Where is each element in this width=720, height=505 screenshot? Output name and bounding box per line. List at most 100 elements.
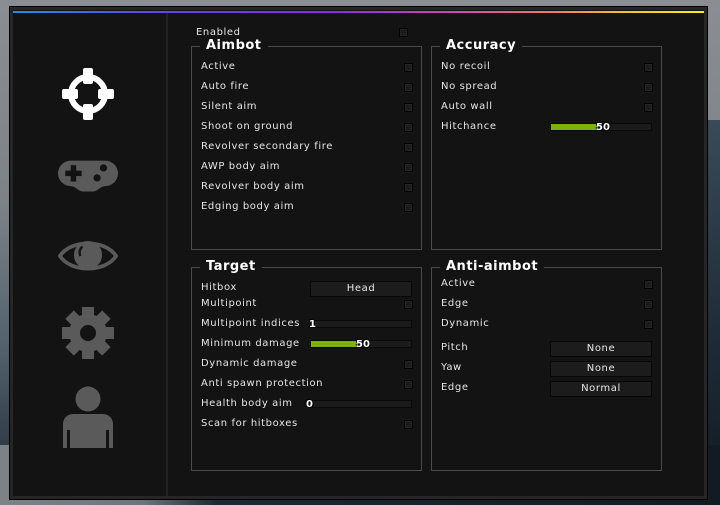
- aimbot-group-title: Aimbot: [200, 38, 268, 53]
- option-label: Edging body aim: [201, 201, 295, 212]
- antiaim-item-edge: Edge: [432, 298, 661, 312]
- edging-body-aim-checkbox[interactable]: [404, 203, 413, 212]
- no-spread-checkbox[interactable]: [644, 83, 653, 92]
- aimbot-tab-content: Enabled Aimbot Active Auto fire Silent a…: [168, 13, 704, 496]
- cheat-menu-window: Enabled Aimbot Active Auto fire Silent a…: [9, 6, 708, 500]
- hitbox-label: Hitbox: [201, 282, 237, 293]
- yaw-dropdown[interactable]: None: [550, 361, 652, 377]
- slider-value: 50: [356, 339, 370, 350]
- option-label: Auto fire: [201, 81, 250, 92]
- yaw-label: Yaw: [441, 362, 462, 373]
- accuracy-item-hitchance: Hitchance 50: [432, 121, 661, 135]
- option-label: Scan for hitboxes: [201, 418, 298, 429]
- aimbot-item-shoot-on-ground: Shoot on ground: [192, 121, 421, 135]
- revolver-secondary-checkbox[interactable]: [404, 143, 413, 152]
- hitchance-slider[interactable]: 50: [550, 122, 652, 133]
- edge-label: Edge: [441, 382, 469, 393]
- accuracy-item-no-recoil: No recoil: [432, 61, 661, 75]
- target-item-health-body-aim: Health body aim 0: [192, 398, 421, 412]
- hitbox-dropdown[interactable]: Head: [310, 281, 412, 297]
- multipoint-checkbox[interactable]: [404, 300, 413, 309]
- no-recoil-checkbox[interactable]: [644, 63, 653, 72]
- health-body-aim-slider[interactable]: 0: [306, 399, 412, 410]
- aimbot-item-auto-fire: Auto fire: [192, 81, 421, 95]
- aimbot-item-revolver-secondary: Revolver secondary fire: [192, 141, 421, 155]
- slider-value: 0: [306, 399, 313, 410]
- aimbot-item-revolver-body-aim: Revolver body aim: [192, 181, 421, 195]
- revolver-body-aim-checkbox[interactable]: [404, 183, 413, 192]
- edge-dropdown[interactable]: Normal: [550, 381, 652, 397]
- slider-value: 1: [309, 319, 316, 330]
- auto-wall-checkbox[interactable]: [644, 103, 653, 112]
- multipoint-indices-slider[interactable]: 1: [309, 319, 412, 330]
- slider-value: 50: [596, 122, 610, 133]
- target-item-hitbox: Hitbox Head: [192, 281, 421, 297]
- enabled-checkbox[interactable]: [399, 28, 408, 37]
- sidebar-tabs: [13, 13, 168, 496]
- anti-aimbot-group-title: Anti-aimbot: [440, 259, 545, 274]
- tab-misc[interactable]: [58, 147, 118, 207]
- antiaim-active-checkbox[interactable]: [644, 280, 653, 289]
- target-group-title: Target: [200, 259, 262, 274]
- option-label: Active: [441, 278, 476, 289]
- target-item-dynamic-damage: Dynamic damage: [192, 358, 421, 372]
- shoot-on-ground-checkbox[interactable]: [404, 123, 413, 132]
- target-item-scan-hitboxes: Scan for hitboxes: [192, 418, 421, 432]
- minimum-damage-label: Minimum damage: [201, 338, 300, 349]
- antiaim-edge-checkbox[interactable]: [644, 300, 653, 309]
- crosshair-icon: [62, 68, 114, 120]
- scan-hitboxes-checkbox[interactable]: [404, 420, 413, 429]
- dynamic-damage-checkbox[interactable]: [404, 360, 413, 369]
- tab-visuals[interactable]: [58, 226, 118, 286]
- target-item-multipoint-indices: Multipoint indices 1: [192, 318, 421, 332]
- option-label: Anti spawn protection: [201, 378, 324, 389]
- aimbot-group: Aimbot Active Auto fire Silent aim Shoot…: [191, 38, 422, 250]
- tab-settings[interactable]: [58, 303, 118, 363]
- option-label: Dynamic: [441, 318, 490, 329]
- hitchance-label: Hitchance: [441, 121, 497, 132]
- antiaim-item-active: Active: [432, 278, 661, 292]
- antiaim-dynamic-checkbox[interactable]: [644, 320, 653, 329]
- gear-icon: [62, 307, 114, 359]
- awp-body-aim-checkbox[interactable]: [404, 163, 413, 172]
- aimbot-item-edging-body-aim: Edging body aim: [192, 201, 421, 215]
- aimbot-item-awp-body-aim: AWP body aim: [192, 161, 421, 175]
- target-item-minimum-damage: Minimum damage 50: [192, 338, 421, 352]
- tab-aimbot[interactable]: [58, 64, 118, 124]
- accuracy-item-auto-wall: Auto wall: [432, 101, 661, 115]
- option-label: Revolver body aim: [201, 181, 305, 192]
- health-body-aim-label: Health body aim: [201, 398, 293, 409]
- slider-fill: [551, 124, 601, 130]
- aimbot-item-silent-aim: Silent aim: [192, 101, 421, 115]
- gamepad-icon: [58, 160, 118, 192]
- anti-spawn-checkbox[interactable]: [404, 380, 413, 389]
- option-label: Auto wall: [441, 101, 493, 112]
- target-group: Target Hitbox Head Multipoint Multipoint…: [191, 259, 422, 471]
- option-label: AWP body aim: [201, 161, 281, 172]
- antiaim-item-pitch: Pitch None: [432, 341, 661, 357]
- pitch-dropdown[interactable]: None: [550, 341, 652, 357]
- enabled-label: Enabled: [196, 27, 241, 38]
- user-icon: [63, 386, 113, 448]
- option-label: Multipoint: [201, 298, 257, 309]
- option-label: Edge: [441, 298, 469, 309]
- tab-player[interactable]: [58, 383, 118, 453]
- option-label: Revolver secondary fire: [201, 141, 333, 152]
- active-checkbox[interactable]: [404, 63, 413, 72]
- option-label: Dynamic damage: [201, 358, 298, 369]
- antiaim-item-yaw: Yaw None: [432, 361, 661, 377]
- target-item-anti-spawn: Anti spawn protection: [192, 378, 421, 392]
- accuracy-item-no-spread: No spread: [432, 81, 661, 95]
- silent-aim-checkbox[interactable]: [404, 103, 413, 112]
- antiaim-item-dynamic: Dynamic: [432, 318, 661, 332]
- menu-panel: Enabled Aimbot Active Auto fire Silent a…: [13, 10, 704, 496]
- auto-fire-checkbox[interactable]: [404, 83, 413, 92]
- aimbot-item-active: Active: [192, 61, 421, 75]
- pitch-label: Pitch: [441, 342, 469, 353]
- eye-icon: [58, 241, 118, 271]
- minimum-damage-slider[interactable]: 50: [310, 339, 412, 350]
- slider-fill: [311, 341, 361, 347]
- accuracy-group-title: Accuracy: [440, 38, 523, 53]
- option-label: Silent aim: [201, 101, 258, 112]
- option-label: No spread: [441, 81, 498, 92]
